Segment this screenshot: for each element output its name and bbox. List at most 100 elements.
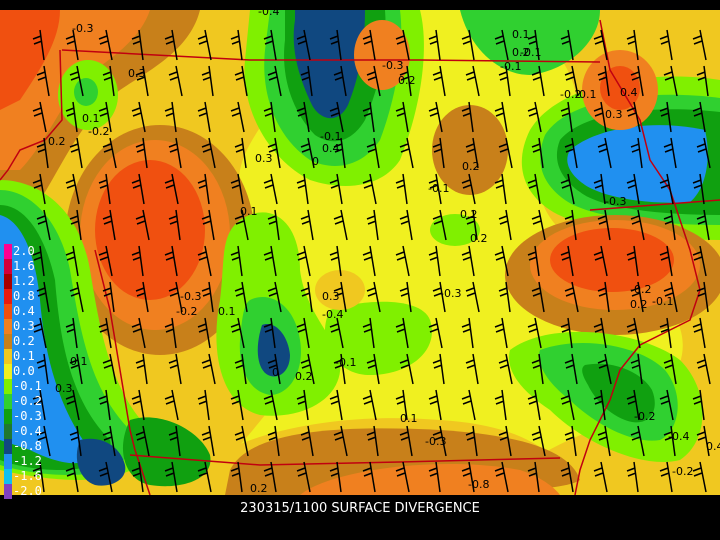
legend-label: 2.0 <box>13 244 35 258</box>
contour-label: -0.1 <box>652 295 673 308</box>
contour-region-0.4-ec <box>550 228 674 292</box>
legend-swatch <box>4 244 12 259</box>
contour-label: 0.3 <box>55 382 73 395</box>
contour-label: 0.2 <box>48 135 66 148</box>
legend-entry: 1.6 <box>4 259 48 274</box>
contour-label: 0.1 <box>512 28 530 41</box>
legend-entry: -0.1 <box>4 379 48 394</box>
contour-label: 0.1 <box>400 412 418 425</box>
legend-label: -2.0 <box>13 484 42 498</box>
legend-entry: 0.3 <box>4 319 48 334</box>
legend-label: 0.8 <box>13 289 35 303</box>
contour-label: 0.3 <box>128 67 146 80</box>
contour-label: 0.3 <box>322 290 340 303</box>
legend-swatch <box>4 439 12 454</box>
contour-region-0.4-cw <box>95 160 205 300</box>
legend-entry: -0.3 <box>4 409 48 424</box>
contour-label: 0.3 <box>255 152 273 165</box>
legend-entry: -1.6 <box>4 469 48 484</box>
contour-label: -0.1 <box>500 60 521 73</box>
contour-label: -0.1 <box>520 46 541 59</box>
contour-label: 0.1 <box>82 112 100 125</box>
map-title: 230315/1100 SURFACE DIVERGENCE <box>240 501 480 516</box>
contour-label: 0.2 <box>470 232 488 245</box>
color-legend: 2.0 1.6 1.2 0.8 0.4 0.3 0.2 0.1 0.0 -0.1 -0.2 -0.3-… <box>4 244 48 514</box>
contour-label: -0.8 <box>468 478 489 491</box>
legend-entry: -0.4 <box>4 424 48 439</box>
contour-label: 0.2 <box>460 208 478 221</box>
legend-label: -1.2 <box>13 454 42 468</box>
legend-swatch <box>4 394 12 409</box>
contour-label: 0.4 <box>706 440 720 453</box>
contour-label: 0.2 <box>250 482 268 495</box>
legend-entry: 0.2 <box>4 334 48 349</box>
legend-entry: -2.0 <box>4 484 48 499</box>
contour-label: -0.1 <box>575 88 596 101</box>
legend-swatch <box>4 364 12 379</box>
contour-label: -0.3 <box>72 22 93 35</box>
contour-label: -0.4 <box>258 10 279 18</box>
contour-label: -0.4 <box>668 430 689 443</box>
contour-label: 0.1 <box>240 205 258 218</box>
legend-swatch <box>4 349 12 364</box>
contour-label: 0.2 <box>295 370 313 383</box>
legend-swatch <box>4 304 12 319</box>
contour-label: 0 <box>272 366 279 379</box>
contour-label: -0.4 <box>322 308 343 321</box>
contour-label: -0.2 <box>672 465 693 478</box>
legend-label: 0.3 <box>13 319 35 333</box>
legend-entry: -0.8 <box>4 439 48 454</box>
legend-entry: 0.1 <box>4 349 48 364</box>
contour-label: 0.1 <box>218 305 236 318</box>
contour-label: -0.2 <box>634 410 655 423</box>
contour-label: 0 <box>312 155 319 168</box>
legend-entry: -1.2 <box>4 454 48 469</box>
contour-label: -0.3 <box>382 59 403 72</box>
legend-label: -1.6 <box>13 469 42 483</box>
legend-swatch <box>4 274 12 289</box>
legend-entry: -0.2 <box>4 394 48 409</box>
contour-label: -0.3 <box>425 435 446 448</box>
contour-label: 0.1 <box>70 355 88 368</box>
legend-entry: 2.0 <box>4 244 48 259</box>
legend-label: 1.2 <box>13 274 35 288</box>
legend-label: -0.3 <box>13 409 42 423</box>
contour-label: -0.2 <box>176 305 197 318</box>
legend-label: 0.0 <box>13 364 35 378</box>
legend-swatch <box>4 484 12 499</box>
contour-label: 0.2 <box>398 74 416 87</box>
legend-swatch <box>4 334 12 349</box>
legend-entry: 0.8 <box>4 289 48 304</box>
contour-label: 0.4 <box>322 142 340 155</box>
contour-label: -0.1 <box>335 356 356 369</box>
legend-label: -0.1 <box>13 379 42 393</box>
contour-label: -0.3 <box>180 290 201 303</box>
map-frame: -0.4 -0.3 0.3 0.1 0.2 -0.2 -0.1 0.4 0 0.3 -0.3 0.2-… <box>0 0 720 540</box>
contour-label: 0.3 <box>605 108 623 121</box>
legend-label: -0.8 <box>13 439 42 453</box>
legend-swatch <box>4 424 12 439</box>
legend-label: 1.6 <box>13 259 35 273</box>
contour-label: 0.2 <box>462 160 480 173</box>
legend-label: 0.4 <box>13 304 35 318</box>
legend-label: -0.2 <box>13 394 42 408</box>
contour-region-dkgreen-nw <box>74 78 98 106</box>
contour-label: -0.1 <box>428 182 449 195</box>
legend-label: 0.2 <box>13 334 35 348</box>
legend-swatch <box>4 379 12 394</box>
legend-entry: 1.2 <box>4 274 48 289</box>
contour-label: -0.3 <box>440 287 461 300</box>
legend-swatch <box>4 454 12 469</box>
legend-entry: 0.0 <box>4 364 48 379</box>
contour-label: 0.2 <box>630 298 648 311</box>
contour-label: -0.3 <box>605 195 626 208</box>
legend-entry: 0.4 <box>4 304 48 319</box>
contour-label: -0.2 <box>88 125 109 138</box>
legend-swatch <box>4 469 12 484</box>
legend-label: 0.1 <box>13 349 35 363</box>
legend-swatch <box>4 289 12 304</box>
legend-swatch <box>4 259 12 274</box>
legend-label: -0.4 <box>13 424 42 438</box>
divergence-map: -0.4-0.30.30.10.2-0.2 -0.10.400.3-0.30.2-… <box>0 10 720 495</box>
contour-label: 0.4 <box>620 86 638 99</box>
